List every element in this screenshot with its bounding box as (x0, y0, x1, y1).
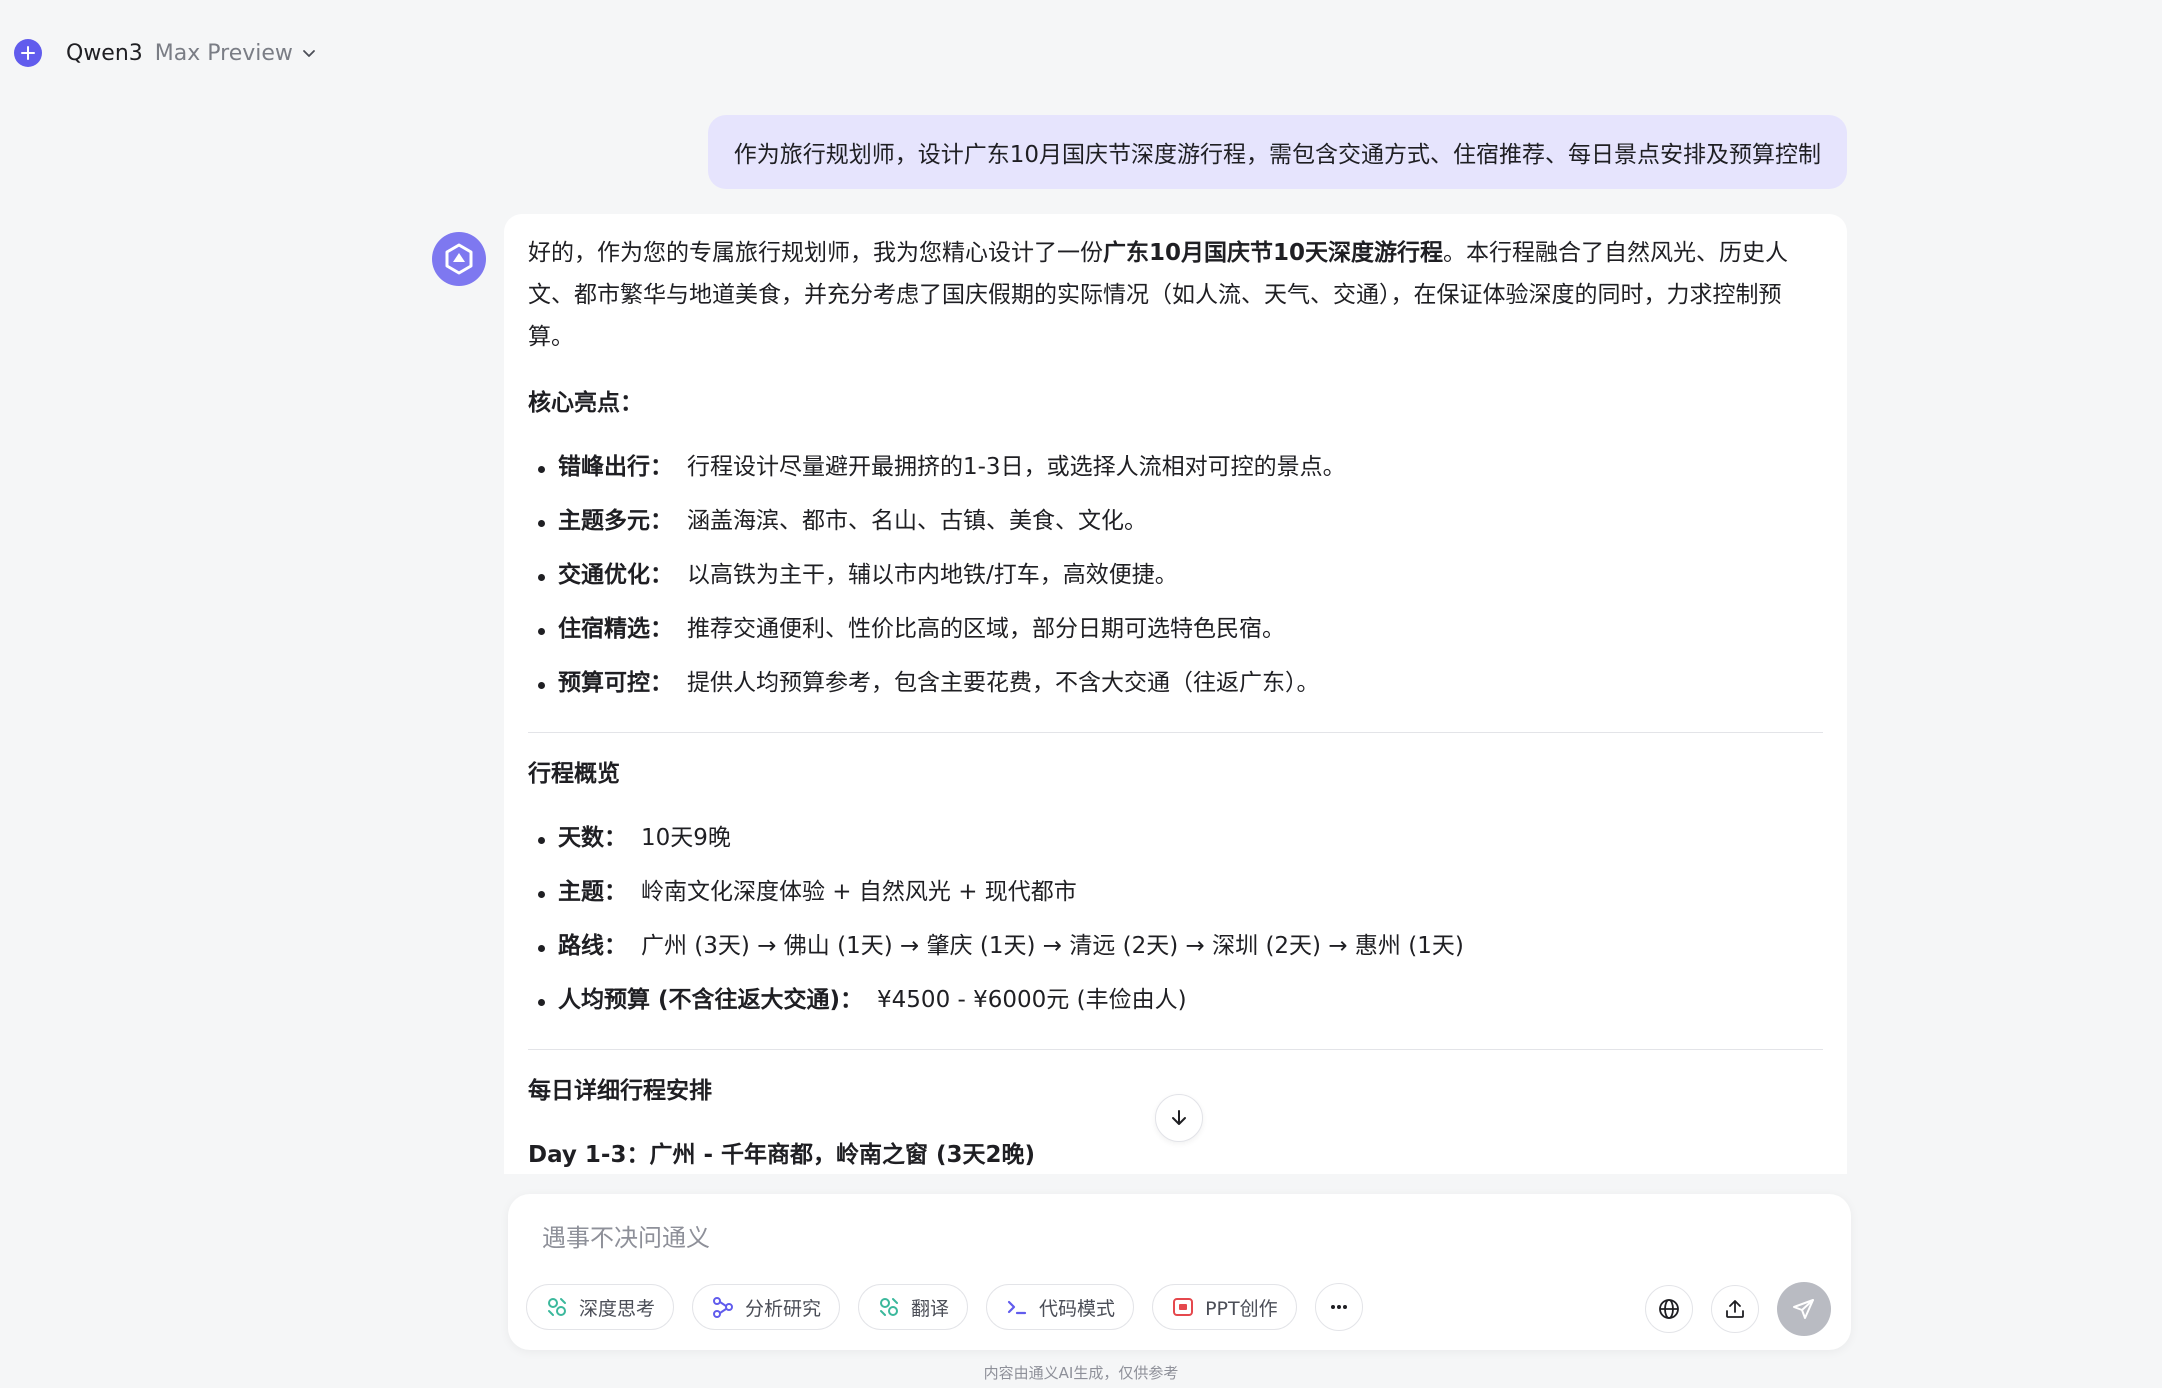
deep-think-icon (545, 1295, 569, 1319)
list-item-label: 主题多元： (558, 508, 673, 534)
ai-disclaimer: 内容由通义AI生成，仅供参考 (983, 1364, 1179, 1382)
web-search-button[interactable] (1645, 1285, 1693, 1333)
list-item-text: 提供人均预算参考，包含主要花费，不含大交通（往返广东）。 (687, 670, 1320, 696)
scroll-to-bottom-button[interactable] (1155, 1094, 1203, 1142)
translate-icon (877, 1295, 901, 1319)
new-chat-button[interactable] (14, 39, 42, 67)
more-tools-button[interactable] (1314, 1283, 1363, 1331)
divider (528, 732, 1823, 733)
list-item-label: 主题： (558, 879, 627, 905)
deep-think-label: 深度思考 (579, 1297, 656, 1320)
research-icon (711, 1295, 735, 1319)
list-item-label: 错峰出行： (558, 454, 673, 480)
divider (528, 1049, 1823, 1050)
model-selector-chevron[interactable] (301, 45, 317, 61)
list-item: 主题多元： 涵盖海滨、都市、名山、古镇、美食、文化。 (528, 494, 1823, 548)
list-item-text: 推荐交通便利、性价比高的区域，部分日期可选特色民宿。 (687, 616, 1285, 642)
overview-list: 天数： 10天9晚 主题： 岭南文化深度体验 + 自然风光 + 现代都市 路线： 广州… (528, 811, 1823, 1027)
user-message-text: 作为旅行规划师，设计广东10月国庆节深度游行程，需包含交通方式、住宿推荐、每日景… (733, 142, 1821, 168)
model-variant[interactable]: Max Preview (155, 41, 293, 66)
list-item: 错峰出行： 行程设计尽量避开最拥挤的1-3日，或选择人流相对可控的景点。 (528, 440, 1823, 494)
globe-icon (1659, 1299, 1679, 1319)
list-item-text: 以高铁为主干，辅以市内地铁/打车，高效便捷。 (687, 562, 1178, 588)
translate-label: 翻译 (911, 1297, 950, 1320)
upload-button[interactable] (1711, 1285, 1759, 1333)
answer-intro: 好的，作为您的专属旅行规划师，我为您精心设计了一份广东10月国庆节10天深度游行… (528, 232, 1823, 358)
list-item-label: 人均预算 (不含往返大交通)： (558, 987, 864, 1013)
list-item-label: 预算可控： (558, 670, 673, 696)
highlights-list: 错峰出行： 行程设计尽量避开最拥挤的1-3日，或选择人流相对可控的景点。 主题多元… (528, 440, 1823, 710)
ppt-label: PPT创作 (1205, 1297, 1278, 1320)
list-item-label: 路线： (558, 933, 627, 959)
chat-input[interactable] (542, 1224, 1742, 1252)
list-item: 人均预算 (不含往返大交通)： ¥4500 - ¥6000元 (丰俭由人) (528, 973, 1823, 1027)
qwen-logo-icon (445, 243, 473, 275)
assistant-message: 好的，作为您的专属旅行规划师，我为您精心设计了一份广东10月国庆节10天深度游行… (504, 214, 1847, 1174)
composer: 深度思考 分析研究 翻译 代码模式 PPT创作 (508, 1194, 1851, 1350)
assistant-avatar (432, 232, 486, 286)
list-item-text: 广州 (3天) → 佛山 (1天) → 肇庆 (1天) → 清远 (2天) → … (641, 933, 1464, 959)
list-item-text: 10天9晚 (641, 825, 731, 851)
deep-think-button[interactable]: 深度思考 (526, 1284, 675, 1330)
top-bar: Qwen3 Max Preview (14, 36, 317, 70)
research-label: 分析研究 (745, 1297, 822, 1320)
ppt-icon (1171, 1295, 1195, 1319)
translate-button[interactable]: 翻译 (858, 1284, 969, 1330)
highlights-title: 核心亮点： (528, 390, 643, 416)
user-message-bubble: 作为旅行规划师，设计广东10月国庆节深度游行程，需包含交通方式、住宿推荐、每日景… (707, 115, 1847, 189)
list-item-label: 天数： (558, 825, 627, 851)
list-item-text: 行程设计尽量避开最拥挤的1-3日，或选择人流相对可控的景点。 (687, 454, 1346, 480)
model-name[interactable]: Qwen3 (66, 41, 143, 66)
upload-icon (1726, 1300, 1744, 1318)
list-item-label: 交通优化： (558, 562, 673, 588)
list-item: 主题： 岭南文化深度体验 + 自然风光 + 现代都市 (528, 865, 1823, 919)
code-mode-button[interactable]: 代码模式 (986, 1284, 1135, 1330)
send-button[interactable] (1777, 1282, 1831, 1336)
list-item-text: ¥4500 - ¥6000元 (丰俭由人) (877, 987, 1187, 1013)
overview-title: 行程概览 (528, 761, 620, 787)
answer-intro-bold: 广东10月国庆节10天深度游行程 (1103, 240, 1444, 266)
code-icon (1005, 1295, 1029, 1319)
chevron-down-icon (303, 50, 315, 57)
more-icon (1330, 1305, 1347, 1309)
composer-actions (1627, 1282, 1831, 1336)
send-icon (1793, 1299, 1814, 1319)
list-item: 交通优化： 以高铁为主干，辅以市内地铁/打车，高效便捷。 (528, 548, 1823, 602)
answer-intro-text: 好的，作为您的专属旅行规划师，我为您精心设计了一份 (528, 240, 1103, 266)
plus-icon (21, 46, 35, 60)
list-item: 住宿精选： 推荐交通便利、性价比高的区域，部分日期可选特色民宿。 (528, 602, 1823, 656)
list-item-text: 涵盖海滨、都市、名山、古镇、美食、文化。 (687, 508, 1147, 534)
arrow-down-icon (1172, 1110, 1186, 1125)
list-item: 预算可控： 提供人均预算参考，包含主要花费，不含大交通（往返广东）。 (528, 656, 1823, 710)
list-item: 路线： 广州 (3天) → 佛山 (1天) → 肇庆 (1天) → 清远 (2天)… (528, 919, 1823, 973)
list-item-label: 住宿精选： (558, 616, 673, 642)
list-item: 天数： 10天9晚 (528, 811, 1823, 865)
research-button[interactable]: 分析研究 (692, 1284, 841, 1330)
code-mode-label: 代码模式 (1039, 1297, 1116, 1320)
ppt-button[interactable]: PPT创作 (1152, 1284, 1297, 1330)
list-item-text: 岭南文化深度体验 + 自然风光 + 现代都市 (641, 879, 1077, 905)
tool-row: 深度思考 分析研究 翻译 代码模式 PPT创作 (526, 1283, 1363, 1331)
